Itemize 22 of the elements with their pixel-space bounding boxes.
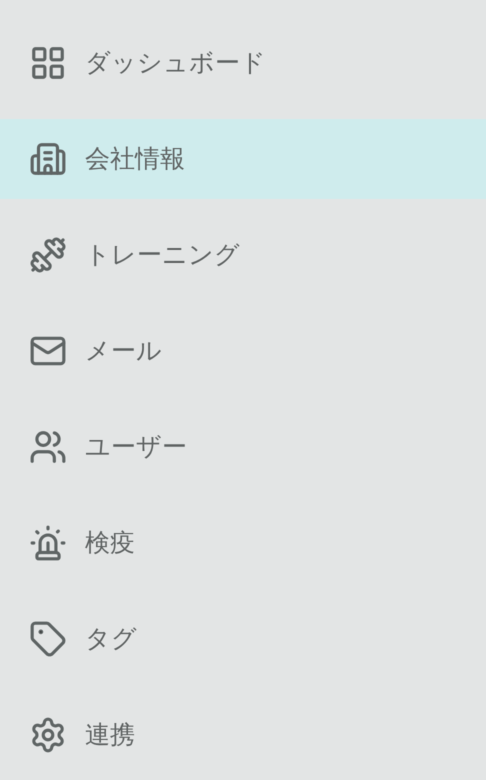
sidebar-item[interactable]: トレーニング [0,215,486,295]
sidebar-item-label: タグ [85,623,137,656]
sidebar-item-label: トレーニング [85,239,240,272]
sidebar-item[interactable]: ダッシュボード [0,23,486,103]
siren-icon [29,524,67,562]
sidebar-item-label: 検疫 [85,527,135,560]
grid-icon [29,44,67,82]
sidebar-item[interactable]: ユーザー [0,407,486,487]
dumbbell-icon [29,236,67,274]
sidebar-item-label: メール [85,335,162,368]
sidebar-item-label: ダッシュボード [85,47,266,80]
users-icon [29,428,67,466]
sidebar-item-label: ユーザー [85,431,187,464]
sidebar-item[interactable]: タグ [0,599,486,679]
sidebar-item[interactable]: メール [0,311,486,391]
sidebar-item[interactable]: 会社情報 [0,119,486,199]
sidebar-item-label: 会社情報 [85,143,185,176]
sidebar-item[interactable]: 検疫 [0,503,486,583]
building-icon [29,140,67,178]
sidebar-item-label: 連携 [85,719,135,752]
sidebar-item[interactable]: 連携 [0,695,486,775]
tag-icon [29,620,67,658]
